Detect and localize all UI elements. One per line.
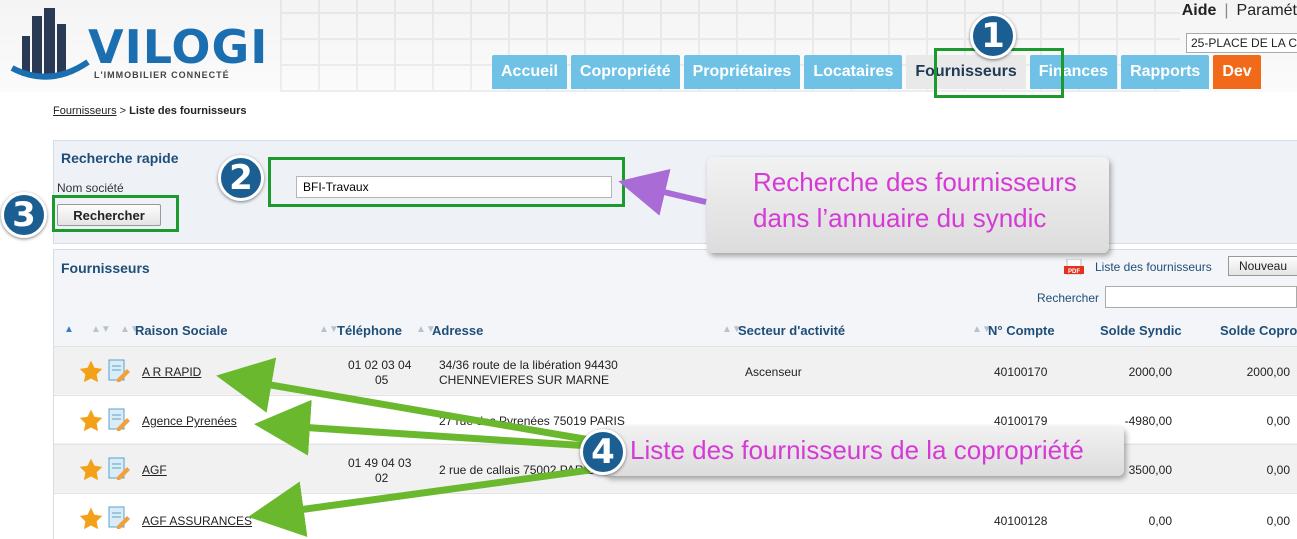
edit-document-icon[interactable] xyxy=(108,408,130,432)
main-nav: Accueil Copropriété Propriétaires Locata… xyxy=(492,55,1261,89)
suppliers-list-panel: Fournisseurs PDF Liste des fournisseurs … xyxy=(53,249,1297,539)
vilogi-logo[interactable]: VILOGI L'IMMOBILIER CONNECTÉ xyxy=(10,6,272,88)
supplier-name-link[interactable]: AGF xyxy=(142,463,167,478)
sort-icon[interactable]: ▲▼ xyxy=(91,323,111,337)
edit-document-icon[interactable] xyxy=(108,506,130,530)
company-name-label: Nom société xyxy=(57,181,124,195)
logo-text: VILOGI xyxy=(88,20,269,74)
star-icon[interactable] xyxy=(78,506,104,532)
cell-adresse: 34/36 route de la libération 94430 xyxy=(439,358,618,372)
filter-input[interactable] xyxy=(1105,286,1297,308)
callout-search-line2: dans l’annuaire du syndic xyxy=(753,203,1047,233)
sort-asc-icon[interactable]: ▲ xyxy=(64,323,74,337)
cell-compte: 40100170 xyxy=(994,365,1048,379)
cell-solde-copro: 2000,00 xyxy=(1246,365,1290,379)
callout-list-text: Liste des fournisseurs de la copropriété xyxy=(630,435,1084,465)
star-icon[interactable] xyxy=(78,359,104,385)
quick-search-title: Recherche rapide xyxy=(61,150,179,166)
annotation-badge-4: 4 xyxy=(580,429,626,475)
star-icon[interactable] xyxy=(78,457,104,483)
tab-fournisseurs[interactable]: Fournisseurs xyxy=(906,55,1026,89)
settings-link[interactable]: Paramét xyxy=(1237,2,1297,19)
top-links: Aide | Paramét xyxy=(1181,2,1297,19)
filter-label: Rechercher xyxy=(1037,291,1100,305)
svg-text:PDF: PDF xyxy=(1068,269,1080,275)
table-row: AGF ASSURANCES 40100128 0,00 0,00 xyxy=(54,493,1297,539)
callout-search-line1: Recherche des fournisseurs xyxy=(753,167,1077,197)
building-logo-icon xyxy=(10,8,90,80)
cell-secteur: Ascenseur xyxy=(745,365,802,379)
annotation-badge-3: 3 xyxy=(1,192,47,238)
col-telephone[interactable]: Téléphone xyxy=(337,323,402,338)
app-header: VILOGI L'IMMOBILIER CONNECTÉ Aide | Paramé… xyxy=(0,0,1297,92)
search-button[interactable]: Rechercher xyxy=(57,204,161,226)
edit-document-icon[interactable] xyxy=(108,359,130,383)
supplier-name-link[interactable]: Agence Pyrenées xyxy=(142,414,237,429)
cell-telephone: 01 49 04 03 xyxy=(348,456,412,470)
tab-copropriete[interactable]: Copropriété xyxy=(570,55,680,89)
tab-locataires[interactable]: Locataires xyxy=(804,55,903,89)
table-header: ▲ ▲▼ ▲▼ Raison Sociale ▲▼ Téléphone ▲▼ A… xyxy=(54,314,1297,346)
new-supplier-button[interactable]: Nouveau xyxy=(1228,256,1297,276)
tab-accueil[interactable]: Accueil xyxy=(492,55,567,89)
company-name-input[interactable] xyxy=(296,176,612,198)
cell-solde-copro: 0,00 xyxy=(1266,414,1290,428)
col-compte[interactable]: N° Compte xyxy=(988,323,1055,338)
cell-solde-syndic: 2000,00 xyxy=(1128,365,1172,379)
pdf-icon[interactable]: PDF xyxy=(1064,259,1086,275)
cell-solde-copro: 0,00 xyxy=(1266,463,1290,477)
cell-compte: 40100128 xyxy=(994,514,1048,528)
annotation-badge-1: 1 xyxy=(970,13,1016,59)
cell-adresse-cont: CHENNEVIERES SUR MARNE xyxy=(439,373,610,387)
table-row: A R RAPID 01 02 03 04 05 34/36 route de … xyxy=(54,346,1297,394)
star-icon[interactable] xyxy=(78,408,104,434)
sort-icon[interactable]: ▲▼ xyxy=(319,323,339,337)
cell-solde-syndic: -4980,00 xyxy=(1124,414,1172,428)
cell-telephone: 01 02 03 04 xyxy=(348,358,412,372)
logo-tagline: L'IMMOBILIER CONNECTÉ xyxy=(94,70,230,80)
cell-solde-syndic: 0,00 xyxy=(1148,514,1172,528)
tab-dev[interactable]: Dev xyxy=(1213,55,1261,89)
callout-list: Liste des fournisseurs de la copropriété xyxy=(604,426,1124,476)
annotation-badge-2: 2 xyxy=(218,155,264,201)
cell-adresse: 2 rue de callais 75002 PARIS xyxy=(439,463,595,477)
cell-solde-copro: 0,00 xyxy=(1266,514,1290,528)
col-adresse[interactable]: Adresse xyxy=(432,323,483,338)
supplier-name-link[interactable]: AGF ASSURANCES xyxy=(142,514,252,529)
suppliers-pdf-link[interactable]: Liste des fournisseurs xyxy=(1095,260,1212,274)
callout-search: Recherche des fournisseurs dans l’annuai… xyxy=(707,157,1109,253)
cell-adresse: 27 rue des Pyrenées 75019 PARIS xyxy=(439,414,625,428)
cell-telephone-cont: 02 xyxy=(375,471,389,485)
col-secteur[interactable]: Secteur d'activité xyxy=(738,323,845,338)
tab-proprietaires[interactable]: Propriétaires xyxy=(683,55,801,89)
tab-rapports[interactable]: Rapports xyxy=(1121,55,1210,89)
supplier-name-link[interactable]: A R RAPID xyxy=(142,365,201,380)
suppliers-list-title: Fournisseurs xyxy=(61,260,150,276)
breadcrumb-fournisseurs[interactable]: Fournisseurs xyxy=(53,105,117,117)
col-solde-syndic[interactable]: Solde Syndic xyxy=(1100,323,1182,338)
edit-document-icon[interactable] xyxy=(108,457,130,481)
building-selector[interactable]: 25-PLACE DE LA CO xyxy=(1186,33,1297,53)
tab-finances[interactable]: Finances xyxy=(1029,55,1118,89)
breadcrumb-current: Liste des fournisseurs xyxy=(129,105,247,117)
col-raison-sociale[interactable]: Raison Sociale xyxy=(135,323,227,338)
breadcrumb: Fournisseurs > Liste des fournisseurs xyxy=(53,105,247,117)
cell-telephone-cont: 05 xyxy=(375,373,389,387)
breadcrumb-separator: > xyxy=(119,105,127,117)
cell-solde-syndic: 3500,00 xyxy=(1128,463,1172,477)
help-link[interactable]: Aide xyxy=(1182,2,1217,19)
col-solde-copro[interactable]: Solde Copro xyxy=(1220,323,1297,338)
